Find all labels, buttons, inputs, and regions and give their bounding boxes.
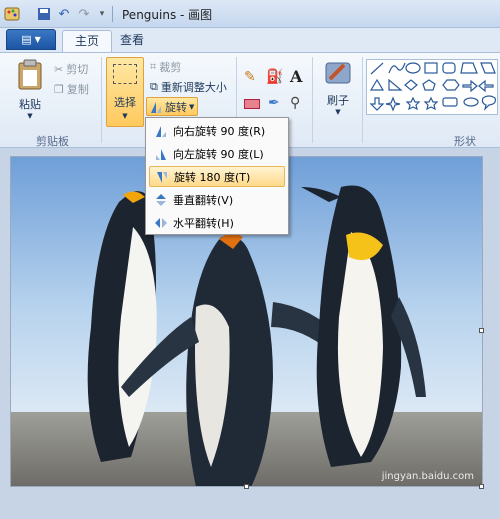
rotate-left-90-item[interactable]: 向左旋转 90 度(L) (149, 143, 285, 164)
menu-item-label: 垂直翻转(V) (173, 193, 234, 207)
rotate-dropdown-menu: 向右旋转 90 度(R) 向左旋转 90 度(L) 旋转 180 度(T) 垂直… (145, 117, 289, 235)
paste-label: 粘贴 (19, 98, 41, 111)
select-label: 选择 (114, 96, 136, 109)
flip-vertical-item[interactable]: 垂直翻转(V) (149, 189, 285, 210)
ribbon-tab-bar: ▤ ▼ 主页 查看 (0, 28, 500, 52)
pencil-icon[interactable]: ✎ (244, 69, 262, 87)
redo-icon[interactable]: ↷ (76, 6, 92, 22)
text-tool-icon[interactable]: A (290, 67, 302, 86)
color-picker-icon[interactable]: ✒ (268, 95, 280, 111)
clipboard-icon (18, 59, 42, 90)
rotate-180-icon (150, 170, 174, 184)
cut-button[interactable]: ✂ 剪切 (54, 61, 88, 77)
flip-horizontal-item[interactable]: 水平翻转(H) (149, 212, 285, 233)
window-title: Penguins - 画图 (122, 8, 213, 22)
select-rect-icon (113, 64, 137, 84)
customize-toolbar-icon[interactable]: ▾ (94, 6, 110, 22)
chevron-down-icon: ▼ (189, 102, 195, 111)
resize-handle-corner[interactable] (479, 484, 484, 489)
rotate-right-90-item[interactable]: 向右旋转 90 度(R) (149, 120, 285, 141)
resize-label: 重新调整大小 (160, 81, 227, 94)
resize-handle-right[interactable] (479, 328, 484, 333)
eraser-icon[interactable] (244, 99, 260, 109)
tab-view[interactable]: 查看 (108, 30, 156, 52)
resize-handle-bottom[interactable] (244, 484, 249, 489)
flip-vertical-icon (149, 193, 173, 207)
menu-item-label: 向右旋转 90 度(R) (173, 124, 266, 138)
menu-icon: ▤ (21, 33, 32, 46)
watermark: jingyan.baidu.com (381, 471, 474, 482)
menu-item-label: 旋转 180 度(T) (174, 170, 251, 184)
paint-app-icon[interactable] (4, 6, 20, 22)
tab-home-label: 主页 (75, 34, 100, 48)
clipboard-group-label: 剪贴板 (36, 135, 69, 148)
paint-app-icon-graphic (4, 7, 20, 21)
group-separator (101, 57, 102, 143)
shapes-gallery-icons (369, 62, 496, 112)
brush-icon (325, 62, 351, 84)
rotate-180-item[interactable]: 旋转 180 度(T) (149, 166, 285, 187)
tab-home[interactable]: 主页 (62, 30, 113, 52)
rotate-right-icon (149, 124, 173, 138)
menu-item-label: 水平翻转(H) (173, 216, 234, 230)
rotate-button[interactable]: 旋转 ▼ (146, 97, 198, 116)
crop-label: 裁剪 (159, 61, 182, 74)
resize-icon: ⧉ (150, 80, 158, 93)
paste-button[interactable]: 粘贴 ▼ (12, 59, 48, 120)
title-bar: ↶ ↷ ▾ Penguins - 画图 (0, 0, 500, 28)
magnifier-icon[interactable]: ⚲ (290, 95, 300, 111)
chevron-down-icon: ▼ (34, 35, 41, 44)
copy-icon: ❐ (54, 82, 64, 96)
shapes-group-label: 形状 (454, 135, 476, 148)
brushes-button[interactable]: 刷子 ▼ (318, 59, 358, 116)
cut-label: 剪切 (66, 63, 89, 76)
copy-label: 复制 (66, 83, 89, 96)
chevron-down-icon: ▼ (122, 112, 128, 120)
undo-icon[interactable]: ↶ (56, 6, 72, 22)
group-separator (362, 57, 363, 143)
chevron-down-icon: ▼ (27, 112, 33, 120)
select-button[interactable]: 选择 ▼ (106, 57, 144, 127)
scissors-icon: ✂ (54, 62, 64, 76)
flip-horizontal-icon (149, 216, 173, 230)
crop-icon: ⌗ (150, 60, 157, 73)
chevron-down-icon: ▼ (335, 108, 341, 116)
crop-button[interactable]: ⌗ 裁剪 (150, 59, 181, 75)
tab-view-label: 查看 (120, 33, 145, 47)
title-divider (112, 6, 113, 22)
shapes-gallery[interactable] (366, 59, 498, 115)
group-separator (312, 57, 313, 143)
resize-button[interactable]: ⧉ 重新调整大小 (150, 79, 227, 95)
save-icon[interactable] (36, 6, 52, 22)
brushes-label: 刷子 (327, 94, 349, 107)
application-menu-button[interactable]: ▤ ▼ (6, 29, 56, 50)
rotate-icon (151, 101, 161, 113)
menu-item-label: 向左旋转 90 度(L) (173, 147, 264, 161)
fill-bucket-icon[interactable]: ⛽ (266, 69, 284, 87)
copy-button[interactable]: ❐ 复制 (54, 81, 89, 97)
rotate-label: 旋转 (165, 100, 187, 114)
rotate-left-icon (149, 147, 173, 161)
